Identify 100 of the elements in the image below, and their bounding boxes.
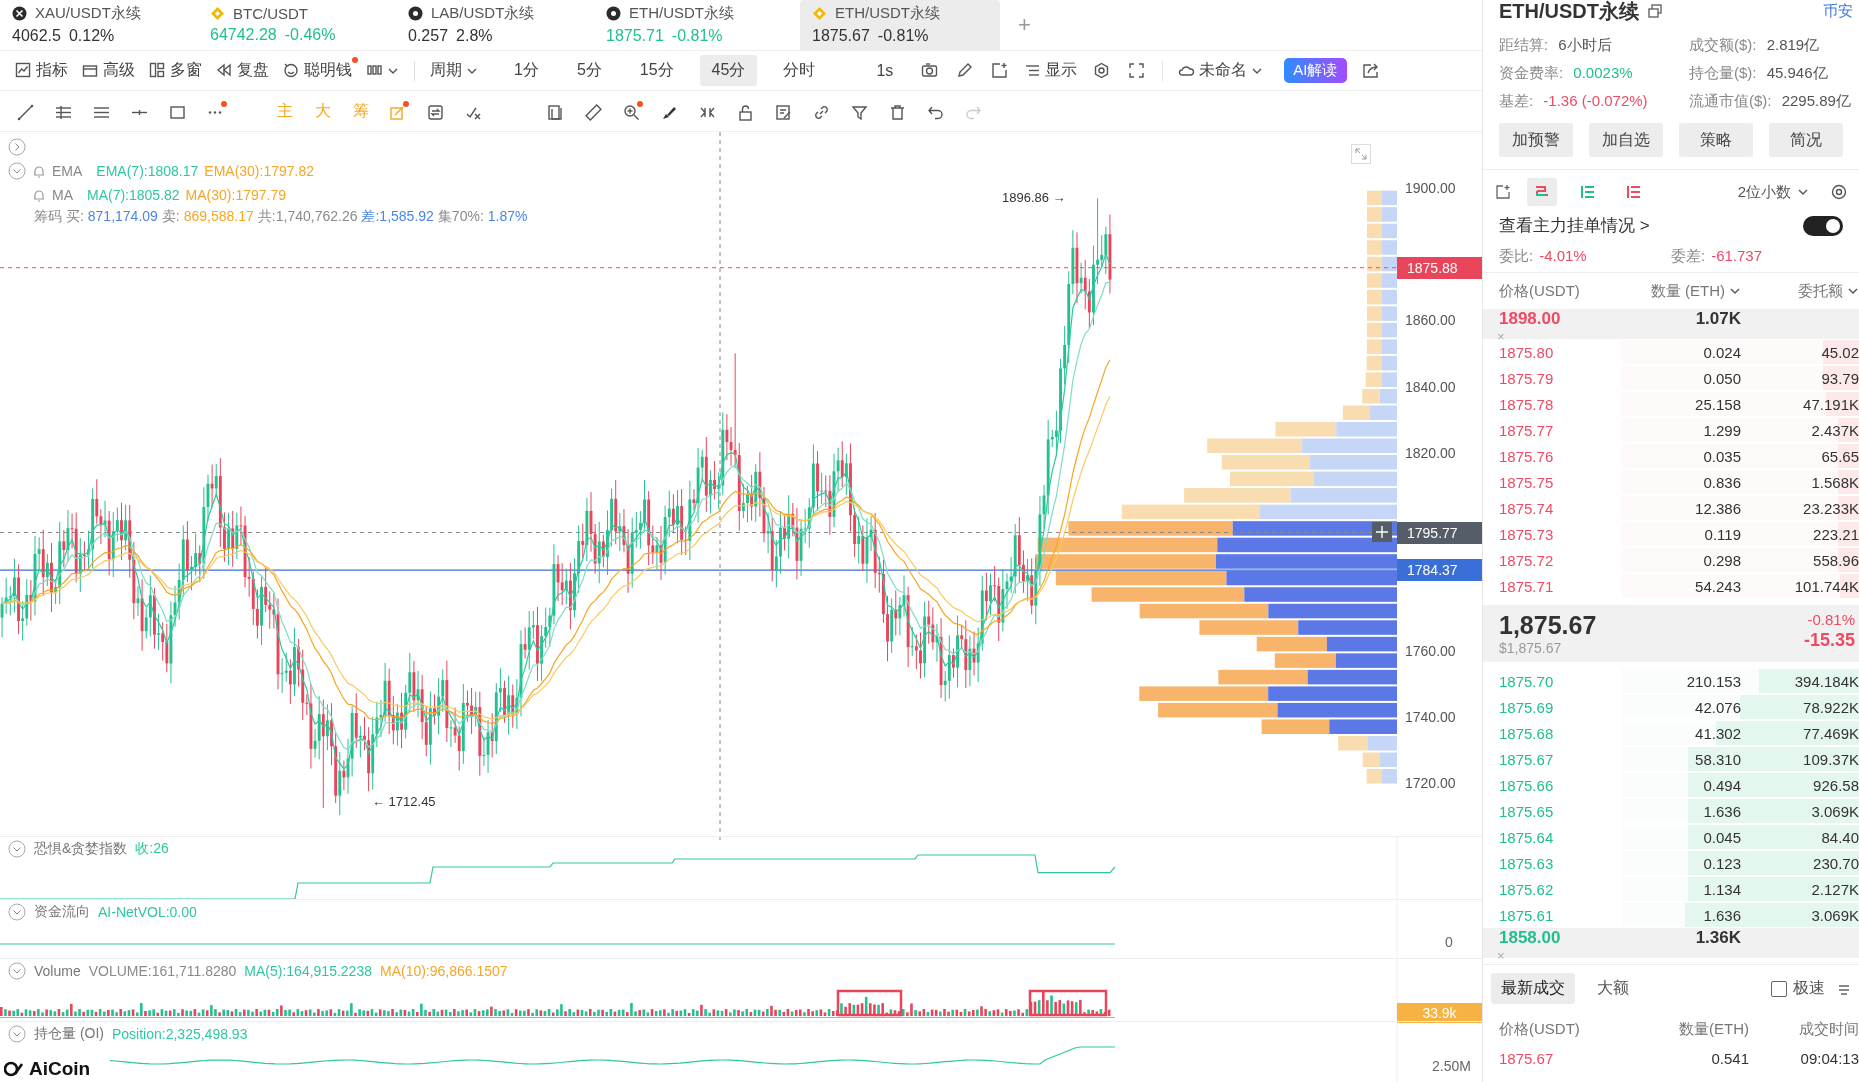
add-icon[interactable] xyxy=(991,62,1009,80)
ticker-change: -0.46% xyxy=(284,26,336,45)
ai-button[interactable]: AI解读 xyxy=(1284,58,1347,84)
zoom-in-icon[interactable] xyxy=(623,101,643,122)
order-price: 1875.61 xyxy=(1499,906,1555,924)
period-tab[interactable]: 1分 xyxy=(502,55,551,87)
order-amount: 394.184K xyxy=(1793,672,1859,690)
indicator-value: 收:26 xyxy=(135,840,169,858)
ticker-tab[interactable]: LAB/USDT永续 0.257 2.8% xyxy=(396,0,594,50)
column-header[interactable]: 委托额 xyxy=(1741,281,1859,301)
toolbar-button[interactable]: 指标 xyxy=(8,56,75,86)
ticker-tab[interactable]: ETH/USDT永续 1875.67 -0.81% xyxy=(800,0,1000,50)
layout-menu[interactable]: 未命名 xyxy=(1171,56,1271,86)
order-amount: 230.70 xyxy=(1812,854,1859,872)
order-amount: 223.21 xyxy=(1812,525,1859,543)
main-orders-link[interactable]: 查看主力挂单情况 > xyxy=(1499,214,1650,237)
column-header[interactable]: 数量(ETH) xyxy=(1639,1019,1749,1039)
order-quantity: 25.158 xyxy=(1694,395,1741,413)
period-tab[interactable]: 45分 xyxy=(699,55,758,87)
add-window-icon[interactable] xyxy=(1495,184,1511,200)
pane-title[interactable]: 资金流向 xyxy=(34,903,90,921)
edit-box-icon[interactable] xyxy=(389,101,409,122)
chip-stat: 共:1,740,762.26 xyxy=(257,208,358,227)
copy-icon[interactable] xyxy=(1647,3,1663,19)
indicator-value: AI-NetVOL:0.00 xyxy=(98,904,197,920)
period-tab[interactable]: 1s xyxy=(864,56,906,85)
period-tab[interactable]: 5分 xyxy=(564,55,614,87)
pane-title[interactable]: 恐惧&贪婪指数 xyxy=(34,840,128,858)
indicator-value: Position:2,325,498.93 xyxy=(112,1026,248,1042)
order-quantity: 1.299 xyxy=(1702,421,1741,439)
ruler-icon[interactable] xyxy=(585,101,605,122)
chip-stat: 869,588.17 xyxy=(183,208,254,227)
checkbox-label: 极速 xyxy=(1793,978,1825,998)
windows-icon xyxy=(149,62,166,80)
toolbar-button[interactable]: 复盘 xyxy=(209,56,276,86)
order-quantity: 1.36K xyxy=(1694,928,1741,948)
order-quantity: 12.386 xyxy=(1694,499,1741,517)
price-tag: 1795.77 xyxy=(1397,521,1482,544)
toggle-switch[interactable] xyxy=(1803,215,1843,236)
price-tag: 1875.88 xyxy=(1397,256,1482,279)
ticker-price: 64742.28 xyxy=(210,26,277,45)
stat-label: 委差: xyxy=(1671,247,1706,264)
price-axis-label: 1840.00 xyxy=(1405,378,1456,395)
order-amount: 109.37K xyxy=(1802,750,1859,768)
order-amount: 2.437K xyxy=(1810,421,1859,439)
ticker-tab[interactable]: XAU/USDT永续 4062.5 0.12% xyxy=(0,0,198,50)
trades-tab[interactable]: 最新成交 xyxy=(1491,973,1575,1004)
indicator-name[interactable]: MA xyxy=(52,186,73,203)
view-toggle[interactable] xyxy=(1527,178,1557,206)
display-button[interactable]: 显示 xyxy=(1017,56,1085,86)
action-button[interactable]: 加预警 xyxy=(1499,123,1573,157)
order-quantity: 0.836 xyxy=(1702,473,1741,491)
order-quantity: 0.035 xyxy=(1702,447,1741,465)
ticker-name: ETH/USDT永续 xyxy=(629,4,734,24)
pen-icon[interactable] xyxy=(956,62,974,80)
ticker-change: 2.8% xyxy=(456,27,493,46)
order-quantity: 0.494 xyxy=(1702,776,1741,794)
checkbox[interactable] xyxy=(1771,980,1787,997)
stat-value: 6小时后 xyxy=(1558,36,1612,53)
toolbar-button[interactable]: 高级 xyxy=(75,56,142,86)
trade-price: 1875.67 xyxy=(1499,1049,1555,1067)
share-icon[interactable] xyxy=(1361,62,1379,80)
plus-icon[interactable] xyxy=(1372,521,1392,542)
order-price: 1875.75 xyxy=(1499,473,1555,491)
usd-price: $1,875.67 xyxy=(1499,640,1563,656)
stat-value: -1.36 (-0.072%) xyxy=(1543,92,1648,109)
ticker-tab[interactable]: ETH/USDT永续 1875.71 -0.81% xyxy=(594,0,792,50)
column-header[interactable]: 数量 (ETH) xyxy=(1621,281,1741,301)
settings-icon[interactable] xyxy=(1831,184,1847,200)
ticker-price: 4062.5 xyxy=(12,27,61,46)
period-tab[interactable]: 15分 xyxy=(627,55,686,87)
stat-value: -4.01% xyxy=(1539,247,1587,264)
decimals-menu[interactable]: 2位小数 xyxy=(1731,181,1815,203)
pane-title[interactable]: 持仓量 (OI) xyxy=(34,1025,104,1043)
pane-title[interactable]: Volume xyxy=(34,963,81,979)
period-tab[interactable]: 分时 xyxy=(771,55,828,87)
action-button[interactable]: 加自选 xyxy=(1589,123,1663,157)
chart-icon xyxy=(15,62,32,80)
action-button[interactable]: 策略 xyxy=(1679,123,1753,157)
fullscreen-icon[interactable] xyxy=(1128,62,1146,80)
exchange-link[interactable]: 币安 xyxy=(1823,1,1859,21)
column-header: 价格(USDT) xyxy=(1499,281,1581,301)
order-amount: 93.79 xyxy=(1820,369,1859,387)
camera-icon[interactable] xyxy=(921,62,939,80)
order-amount: 47.191K xyxy=(1802,395,1859,413)
chip-stat: 集70%: xyxy=(437,208,484,227)
indicator-name[interactable]: EMA xyxy=(52,162,83,179)
order-price: 1875.72 xyxy=(1499,551,1555,569)
order-quantity: 0.050 xyxy=(1702,369,1741,387)
trades-tab[interactable]: 大额 xyxy=(1587,973,1639,1004)
order-quantity: 1.07K xyxy=(1694,309,1741,329)
order-price: 1875.77 xyxy=(1499,421,1555,439)
period-menu[interactable]: 周期 xyxy=(423,56,485,86)
order-price: 1875.73 xyxy=(1499,525,1555,543)
ticker-tab[interactable]: BTC/USDT 64742.28 -0.46% xyxy=(198,0,396,50)
toolbar-button[interactable]: 聪明钱 xyxy=(276,56,359,86)
indicator-value: EMA(7):1808.17 xyxy=(96,162,199,179)
settings-icon[interactable] xyxy=(1093,62,1111,80)
action-button[interactable]: 简况 xyxy=(1769,123,1843,157)
toolbar-button[interactable]: 多窗 xyxy=(142,56,209,86)
